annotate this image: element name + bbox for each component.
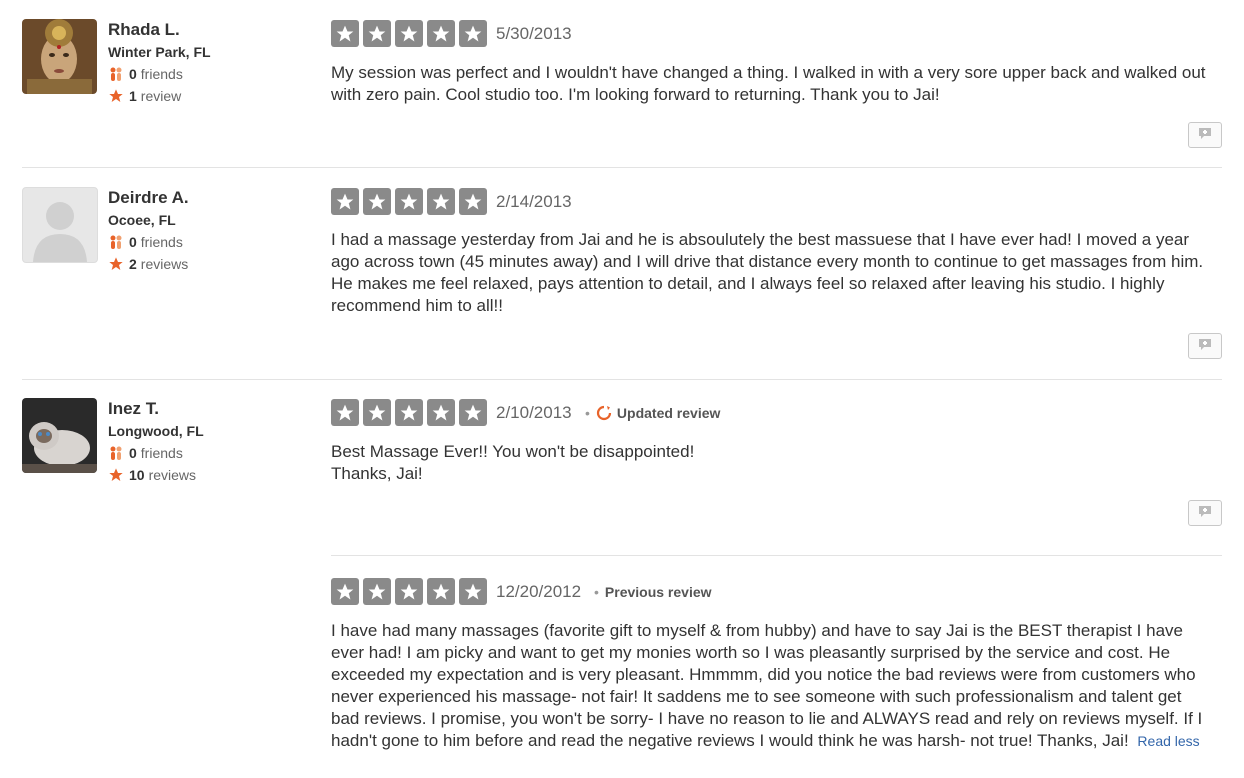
user-name[interactable]: Inez T.	[108, 399, 159, 419]
user-location: Longwood, FL	[108, 423, 204, 439]
rating-star-icon	[331, 20, 359, 47]
comment-icon	[1197, 126, 1213, 145]
comment-button[interactable]	[1188, 500, 1222, 526]
friends-icon	[108, 445, 124, 461]
rating-star-icon	[395, 188, 423, 215]
reviews-count: 1 review	[108, 88, 181, 104]
rating-star-icon	[363, 188, 391, 215]
updated-review-tag: • Updated review	[585, 405, 721, 421]
divider	[331, 555, 1222, 556]
user-location: Winter Park, FL	[108, 44, 211, 60]
rating-star-icon	[331, 578, 359, 605]
rating-star-icon	[395, 20, 423, 47]
comment-button[interactable]	[1188, 122, 1222, 148]
review-text: Best Massage Ever!! You won't be disappo…	[331, 442, 695, 483]
comment-icon	[1197, 337, 1213, 356]
rating-star-icon	[331, 399, 359, 426]
previous-review-text: I have had many massages (favorite gift …	[331, 621, 1203, 750]
rating-star-icon	[363, 20, 391, 47]
user-name[interactable]: Deirdre A.	[108, 188, 189, 208]
friends-icon	[108, 234, 124, 250]
rating-star-icon	[459, 578, 487, 605]
avatar[interactable]	[22, 398, 97, 473]
rating-star-icon	[427, 399, 455, 426]
rating-star-icon	[395, 399, 423, 426]
review-text: I had a massage yesterday from Jai and h…	[331, 230, 1204, 315]
friends-count: 0 friends	[108, 445, 183, 461]
review-text: I have had many massages (favorite gift …	[331, 620, 1211, 752]
review-date: 12/20/2012	[496, 582, 582, 601]
star-rating	[331, 20, 487, 47]
rating-star-icon	[427, 20, 455, 47]
star-rating	[331, 399, 487, 426]
rating-star-icon	[363, 399, 391, 426]
friends-count: 0 friends	[108, 66, 183, 82]
star-rating	[331, 188, 487, 215]
rating-star-icon	[331, 188, 359, 215]
rating-star-icon	[427, 188, 455, 215]
rating-star-icon	[395, 578, 423, 605]
friends-icon	[108, 66, 124, 82]
comment-icon	[1197, 504, 1213, 523]
rating-star-icon	[459, 399, 487, 426]
rating-star-icon	[459, 20, 487, 47]
refresh-icon	[596, 405, 612, 421]
divider	[22, 167, 1222, 168]
reviews-count: 10 reviews	[108, 467, 196, 483]
rating-star-icon	[427, 578, 455, 605]
star-rating	[331, 578, 487, 605]
previous-review-tag: • Previous review	[594, 584, 712, 600]
review-date: 5/30/2013	[496, 24, 572, 43]
friends-count: 0 friends	[108, 234, 183, 250]
user-location: Ocoee, FL	[108, 212, 176, 228]
divider	[22, 379, 1222, 380]
review-date: 2/10/2013	[496, 403, 572, 422]
rating-star-icon	[459, 188, 487, 215]
comment-button[interactable]	[1188, 333, 1222, 359]
star-icon	[108, 467, 124, 483]
review-text: My session was perfect and I wouldn't ha…	[331, 63, 1206, 104]
star-icon	[108, 256, 124, 272]
star-icon	[108, 88, 124, 104]
reviews-count: 2 reviews	[108, 256, 188, 272]
rating-star-icon	[363, 578, 391, 605]
read-less-link[interactable]: Read less	[1137, 733, 1199, 749]
review-date: 2/14/2013	[496, 192, 572, 211]
user-name[interactable]: Rhada L.	[108, 20, 180, 40]
avatar[interactable]	[22, 19, 97, 94]
avatar[interactable]	[22, 187, 98, 263]
